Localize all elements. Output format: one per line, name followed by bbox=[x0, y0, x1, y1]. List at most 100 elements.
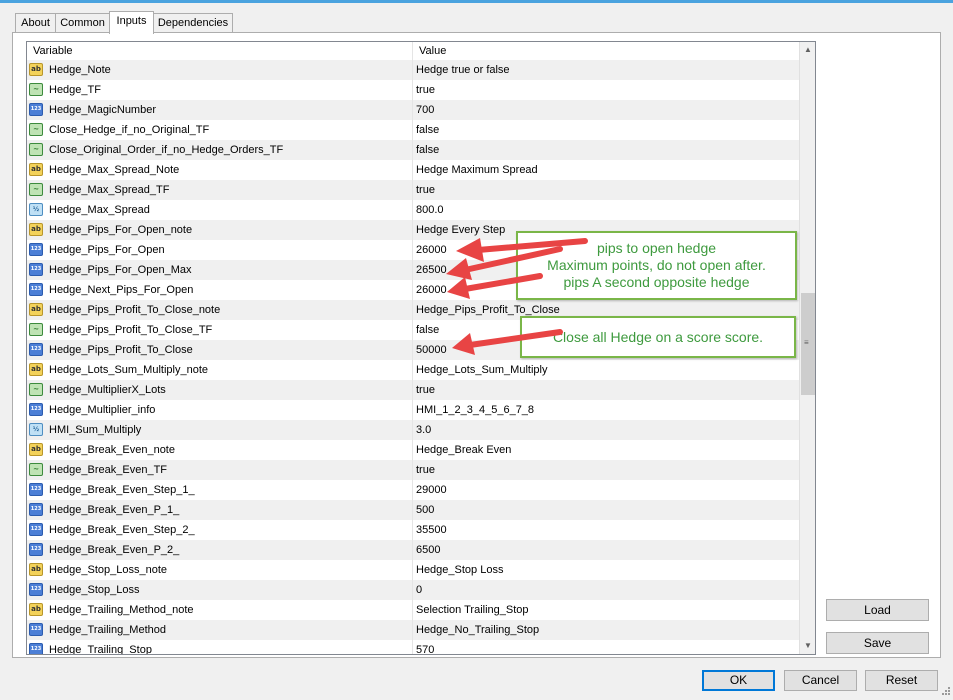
table-row[interactable]: ½ Hedge_Max_Spread 800.0 bbox=[27, 200, 799, 220]
table-row[interactable]: ~ Close_Hedge_if_no_Original_TF false bbox=[27, 120, 799, 140]
value-cell[interactable]: Hedge_Stop Loss bbox=[413, 560, 799, 580]
reset-button[interactable]: Reset bbox=[865, 670, 938, 691]
variable-name: Hedge_Pips_Profit_To_Close_TF bbox=[49, 324, 213, 336]
table-row[interactable]: ab Hedge_Stop_Loss_note Hedge_Stop Loss bbox=[27, 560, 799, 580]
variable-cell[interactable]: ab Hedge_Pips_For_Open_note bbox=[27, 220, 413, 240]
value-cell[interactable]: Hedge_Lots_Sum_Multiply bbox=[413, 360, 799, 380]
type-ab-icon: ab bbox=[29, 563, 43, 576]
variable-cell[interactable]: 123 Hedge_Pips_Profit_To_Close bbox=[27, 340, 413, 360]
table-row[interactable]: 123 Hedge_Multiplier_info HMI_1_2_3_4_5_6_… bbox=[27, 400, 799, 420]
table-row[interactable]: ~ Hedge_Break_Even_TF true bbox=[27, 460, 799, 480]
table-row[interactable]: ab Hedge_Trailing_Method_note Selection Tr… bbox=[27, 600, 799, 620]
value-cell[interactable]: false bbox=[413, 120, 799, 140]
type-ab-icon: ab bbox=[29, 223, 43, 236]
annotation-callout-open-hedge: pips to open hedge Maximum points, do no… bbox=[516, 231, 797, 300]
table-row[interactable]: ~ Close_Original_Order_if_no_Hedge_Orders… bbox=[27, 140, 799, 160]
value-cell[interactable]: 800.0 bbox=[413, 200, 799, 220]
value-cell[interactable]: 29000 bbox=[413, 480, 799, 500]
scroll-down-arrow-icon[interactable]: ▼ bbox=[800, 638, 815, 654]
value-cell[interactable]: 570 bbox=[413, 640, 799, 654]
save-button[interactable]: Save bbox=[826, 632, 929, 654]
variable-cell[interactable]: ab Hedge_Lots_Sum_Multiply_note bbox=[27, 360, 413, 380]
variable-cell[interactable]: ½ Hedge_Max_Spread bbox=[27, 200, 413, 220]
variable-cell[interactable]: 123 Hedge_Break_Even_P_1_ bbox=[27, 500, 413, 520]
variable-cell[interactable]: ab Hedge_Break_Even_note bbox=[27, 440, 413, 460]
table-row[interactable]: 123 Hedge_Break_Even_P_2_ 6500 bbox=[27, 540, 799, 560]
variable-cell[interactable]: 123 Hedge_Break_Even_P_2_ bbox=[27, 540, 413, 560]
variable-cell[interactable]: ½ HMI_Sum_Multiply bbox=[27, 420, 413, 440]
table-row[interactable]: ab Hedge_Break_Even_note Hedge_Break Even bbox=[27, 440, 799, 460]
value-cell[interactable]: Hedge_No_Trailing_Stop bbox=[413, 620, 799, 640]
table-row[interactable]: 123 Hedge_MagicNumber 700 bbox=[27, 100, 799, 120]
value-cell[interactable]: true bbox=[413, 460, 799, 480]
table-row[interactable]: ab Hedge_Note Hedge true or false bbox=[27, 60, 799, 80]
variable-cell[interactable]: 123 Hedge_Stop_Loss bbox=[27, 580, 413, 600]
resize-grip-icon[interactable] bbox=[939, 686, 951, 698]
variable-cell[interactable]: 123 Hedge_Next_Pips_For_Open bbox=[27, 280, 413, 300]
value-cell[interactable]: true bbox=[413, 380, 799, 400]
value-cell[interactable]: 3.0 bbox=[413, 420, 799, 440]
table-row[interactable]: 123 Hedge_Break_Even_Step_1_ 29000 bbox=[27, 480, 799, 500]
table-row[interactable]: ~ Hedge_Max_Spread_TF true bbox=[27, 180, 799, 200]
variable-cell[interactable]: ab Hedge_Note bbox=[27, 60, 413, 80]
value-cell[interactable]: Hedge Maximum Spread bbox=[413, 160, 799, 180]
table-row[interactable]: 123 Hedge_Break_Even_Step_2_ 35500 bbox=[27, 520, 799, 540]
variable-cell[interactable]: ~ Hedge_Break_Even_TF bbox=[27, 460, 413, 480]
type-tf-icon: ~ bbox=[29, 463, 43, 476]
column-header-variable[interactable]: Variable bbox=[27, 42, 413, 60]
value-cell[interactable]: Hedge_Break Even bbox=[413, 440, 799, 460]
value-cell[interactable]: 700 bbox=[413, 100, 799, 120]
variable-cell[interactable]: ab Hedge_Trailing_Method_note bbox=[27, 600, 413, 620]
scrollbar-thumb[interactable]: ≡ bbox=[801, 293, 815, 395]
value-cell[interactable]: 500 bbox=[413, 500, 799, 520]
variable-cell[interactable]: ab Hedge_Stop_Loss_note bbox=[27, 560, 413, 580]
variable-cell[interactable]: 123 Hedge_Break_Even_Step_2_ bbox=[27, 520, 413, 540]
variable-cell[interactable]: ab Hedge_Pips_Profit_To_Close_note bbox=[27, 300, 413, 320]
scroll-up-arrow-icon[interactable]: ▲ bbox=[800, 42, 815, 58]
variable-cell[interactable]: 123 Hedge_MagicNumber bbox=[27, 100, 413, 120]
variable-cell[interactable]: ~ Close_Hedge_if_no_Original_TF bbox=[27, 120, 413, 140]
variable-cell[interactable]: ~ Hedge_TF bbox=[27, 80, 413, 100]
variable-cell[interactable]: ab Hedge_Max_Spread_Note bbox=[27, 160, 413, 180]
value-cell[interactable]: true bbox=[413, 80, 799, 100]
value-cell[interactable]: HMI_1_2_3_4_5_6_7_8 bbox=[413, 400, 799, 420]
cancel-button[interactable]: Cancel bbox=[784, 670, 857, 691]
variable-cell[interactable]: 123 Hedge_Pips_For_Open_Max bbox=[27, 260, 413, 280]
tab-inputs[interactable]: Inputs bbox=[109, 11, 154, 34]
variable-cell[interactable]: 123 Hedge_Trailing_Method bbox=[27, 620, 413, 640]
table-row[interactable]: ½ HMI_Sum_Multiply 3.0 bbox=[27, 420, 799, 440]
tab-common[interactable]: Common bbox=[55, 13, 110, 32]
value-cell[interactable]: true bbox=[413, 180, 799, 200]
table-row[interactable]: ab Hedge_Max_Spread_Note Hedge Maximum Spr… bbox=[27, 160, 799, 180]
table-row[interactable]: 123 Hedge_Break_Even_P_1_ 500 bbox=[27, 500, 799, 520]
tab-dependencies[interactable]: Dependencies bbox=[153, 13, 233, 32]
variable-cell[interactable]: ~ Hedge_MultiplierX_Lots bbox=[27, 380, 413, 400]
table-row[interactable]: ~ Hedge_MultiplierX_Lots true bbox=[27, 380, 799, 400]
ok-button[interactable]: OK bbox=[702, 670, 775, 691]
value-cell[interactable]: 0 bbox=[413, 580, 799, 600]
variable-cell[interactable]: 123 Hedge_Trailing_Stop bbox=[27, 640, 413, 654]
table-row[interactable]: ~ Hedge_TF true bbox=[27, 80, 799, 100]
variable-name: Hedge_Pips_Profit_To_Close bbox=[49, 344, 193, 356]
variable-cell[interactable]: ~ Hedge_Pips_Profit_To_Close_TF bbox=[27, 320, 413, 340]
table-row[interactable]: 123 Hedge_Stop_Loss 0 bbox=[27, 580, 799, 600]
column-header-value[interactable]: Value bbox=[413, 42, 799, 60]
value-cell[interactable]: 6500 bbox=[413, 540, 799, 560]
value-cell[interactable]: Hedge true or false bbox=[413, 60, 799, 80]
variable-cell[interactable]: 123 Hedge_Break_Even_Step_1_ bbox=[27, 480, 413, 500]
type-123-icon: 123 bbox=[29, 343, 43, 356]
variable-cell[interactable]: 123 Hedge_Pips_For_Open bbox=[27, 240, 413, 260]
tab-about[interactable]: About bbox=[15, 13, 56, 32]
variable-name: Hedge_Break_Even_Step_1_ bbox=[49, 484, 195, 496]
table-row[interactable]: 123 Hedge_Trailing_Method Hedge_No_Trailin… bbox=[27, 620, 799, 640]
value-cell[interactable]: false bbox=[413, 140, 799, 160]
variable-cell[interactable]: ~ Close_Original_Order_if_no_Hedge_Orders… bbox=[27, 140, 413, 160]
vertical-scrollbar[interactable]: ▲ ≡ ▼ bbox=[799, 42, 815, 654]
value-cell[interactable]: 35500 bbox=[413, 520, 799, 540]
load-button[interactable]: Load bbox=[826, 599, 929, 621]
variable-cell[interactable]: ~ Hedge_Max_Spread_TF bbox=[27, 180, 413, 200]
table-row[interactable]: ab Hedge_Lots_Sum_Multiply_note Hedge_Lots… bbox=[27, 360, 799, 380]
table-row[interactable]: 123 Hedge_Trailing_Stop 570 bbox=[27, 640, 799, 654]
value-cell[interactable]: Selection Trailing_Stop bbox=[413, 600, 799, 620]
variable-cell[interactable]: 123 Hedge_Multiplier_info bbox=[27, 400, 413, 420]
